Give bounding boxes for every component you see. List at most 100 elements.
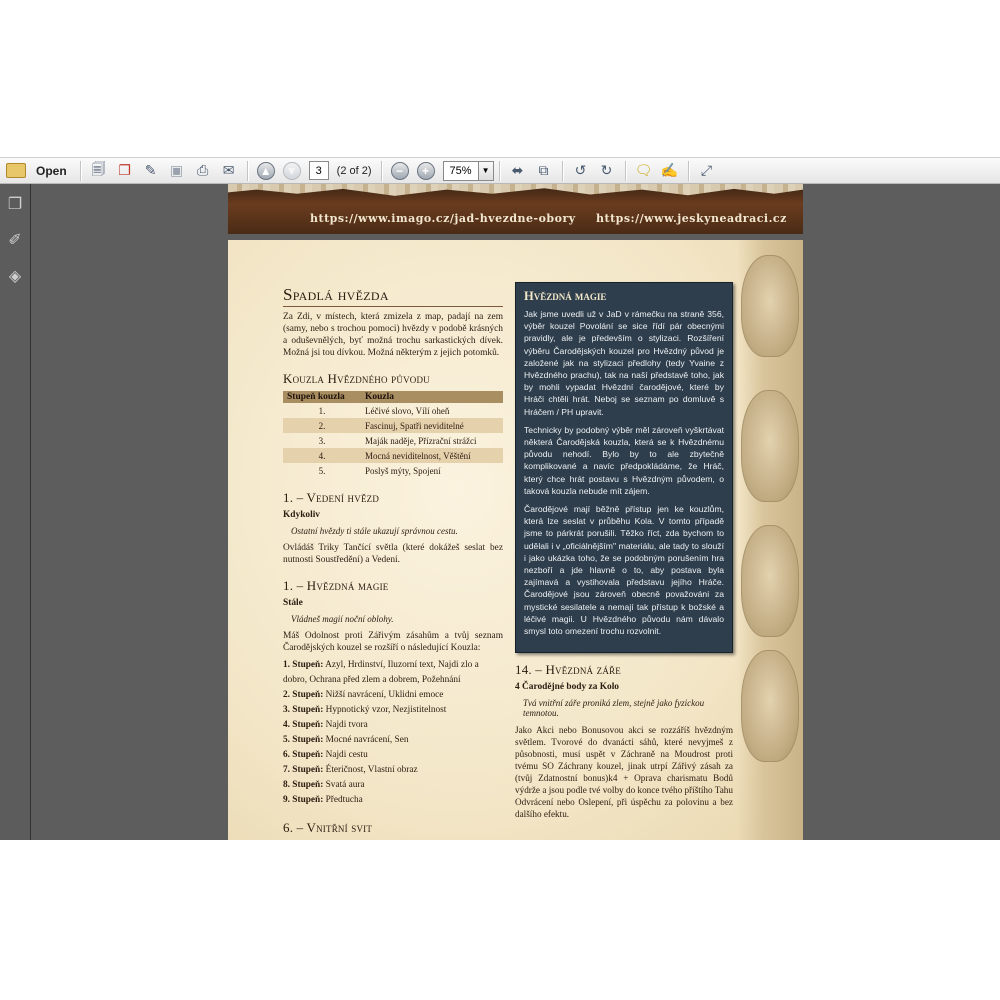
level-spells: Éteričnost, Vlastní obraz (323, 765, 418, 775)
table-cell: Maják naděje, Přízrační strážci (365, 435, 477, 446)
list-item: 7. Stupeň: Éteričnost, Vlastní obraz (283, 763, 503, 778)
open-folder-icon (6, 163, 26, 178)
fit-page-button[interactable]: ⧉ (533, 160, 555, 182)
info-box-paragraph: Technicky by podobný výběr měl zároveň v… (524, 424, 724, 496)
table-cell: 4. (283, 448, 361, 463)
spells-table: Stupeň kouzla Kouzla 1. Léčivé slovo, Víl… (283, 391, 503, 478)
intro-text: Za Zdi, v místech, která zmizela z map, … (283, 312, 503, 358)
navigation-sidebar: ❐ ✐ ◈ (0, 184, 31, 840)
table-row: 5. Poslyš mýty, Spojení (283, 463, 503, 478)
sign-icon: ✍ (660, 162, 679, 178)
table-cell: Léčivé slovo, Vílí oheň (365, 405, 450, 416)
attachment-icon[interactable]: ✐ (5, 230, 25, 250)
table-cell: Fascinuj, Spatři neviditelné (361, 418, 503, 433)
table-cell: Mocná neviditelnost, Věštění (361, 448, 503, 463)
feature-heading: 14. – Hvězdná záře (515, 662, 621, 677)
level-label: 8. Stupeň: (283, 780, 324, 790)
level-spells: Najdi tvora (323, 720, 368, 730)
list-item: 2. Stupeň: Nižší navrácení, Uklidni emoc… (283, 688, 503, 703)
feature-quote: Vládneš magií noční oblohy. (291, 614, 394, 624)
level-spells: Svatá aura (323, 780, 365, 790)
spell-level-list: 1. Stupeň: Azyl, Hrdinství, Iluzorní tex… (283, 658, 503, 808)
list-item: 5. Stupeň: Mocné navrácení, Sen (283, 733, 503, 748)
info-box-paragraph: Čarodějové mají běžně přístup jen ke kou… (524, 504, 724, 637)
export-button[interactable]: ❐ (114, 160, 136, 182)
zoom-in-button[interactable]: + (415, 160, 437, 182)
footer-url-left[interactable]: https://www.imago.cz/jad-hvezdne-obory (310, 212, 576, 225)
level-spells: Nižší navrácení, Uklidni emoce (323, 690, 444, 700)
elf-portrait-illustration (741, 390, 799, 502)
level-spells: Mocné navrácení, Sen (323, 735, 409, 745)
fit-width-icon: ⬌ (511, 162, 524, 178)
separator (498, 160, 500, 181)
page-count: (2 of 2) (336, 164, 372, 177)
spells-heading: Kouzla Hvězdného původu (283, 371, 430, 386)
feature-quote: Ostatní hvězdy ti stále ukazují správnou… (291, 526, 458, 536)
feature-usage: Kdykoliv (283, 510, 320, 520)
expand-button[interactable]: ⤢ (696, 160, 718, 182)
comment-button[interactable]: 🗨 (633, 160, 655, 182)
level-label: 9. Stupeň: (283, 795, 324, 805)
level-label: 1. Stupeň: (283, 660, 324, 670)
zoom-out-button[interactable]: − (389, 160, 411, 182)
separator (79, 160, 81, 181)
table-row: 1. Léčivé slovo, Vílí oheň (283, 403, 503, 418)
chevron-down-icon[interactable]: ▼ (477, 161, 493, 180)
email-button[interactable]: ✉ (218, 160, 240, 182)
save-button[interactable]: ▣ (166, 160, 188, 182)
feature-quote: Tvá vnitřní záře proniká zlem, stejně ja… (523, 698, 705, 718)
list-item: 4. Stupeň: Najdi tvora (283, 718, 503, 733)
list-item: 1. Stupeň: Azyl, Hrdinství, Iluzorní tex… (283, 658, 503, 688)
table-cell: 3. (318, 435, 326, 446)
edit-button[interactable]: ✎ (140, 160, 162, 182)
feature-usage: 4 Čarodějné body za Kolo (515, 682, 619, 692)
fit-page-icon: ⧉ (538, 162, 549, 178)
page-1-footer: https://www.imago.cz/jad-hvezdne-obory h… (228, 184, 803, 234)
layers-icon[interactable]: ◈ (5, 266, 25, 286)
table-cell: 2. (283, 418, 361, 433)
table-row: 4. Mocná neviditelnost, Věštění (283, 448, 503, 463)
open-button[interactable]: Open (2, 160, 73, 182)
sign-button[interactable]: ✍ (659, 160, 681, 182)
edit-icon: ✎ (144, 162, 157, 178)
info-box-paragraph: Jak jsme uvedli už v JaD v rámečku na st… (524, 309, 724, 417)
next-page-button[interactable]: ▼ (281, 160, 303, 182)
level-label: 5. Stupeň: (283, 735, 324, 745)
rotate-ccw-button[interactable]: ↺ (570, 160, 592, 182)
create-pdf-button[interactable]: 🗐 (88, 160, 110, 182)
open-label: Open (36, 163, 67, 178)
level-label: 7. Stupeň: (283, 765, 324, 775)
zoom-value: 75% (449, 164, 472, 177)
comment-icon: 🗨 (634, 162, 653, 178)
fit-width-button[interactable]: ⬌ (507, 160, 529, 182)
right-column: 14. – Hvězdná záře 4 Čarodějné body za K… (515, 662, 733, 820)
table-cell: 5. (318, 465, 326, 476)
document-viewer[interactable]: https://www.imago.cz/jad-hvezdne-obory h… (31, 184, 1000, 840)
list-item: 8. Stupeň: Svatá aura (283, 778, 503, 793)
prev-page-icon: ▲ (256, 161, 275, 180)
level-spells: Najdi cestu (323, 750, 368, 760)
feature-text: Jako Akci nebo Bonusovou akci se rozzáří… (515, 725, 733, 819)
list-item: 3. Stupeň: Hypnotický vzor, Nezjistiteln… (283, 703, 503, 718)
level-label: 2. Stupeň: (283, 690, 324, 700)
level-label: 4. Stupeň: (283, 720, 324, 730)
toolbar: Open 🗐 ❐ ✎ ▣ ⎙ ✉ ▲ ▼ 3 (2 of 2) − + 75% … (0, 157, 1000, 184)
list-item: 9. Stupeň: Předtucha (283, 793, 503, 808)
feature-usage: Stále (283, 598, 303, 608)
feature-heading: 1. – Hvězdná magie (283, 578, 389, 593)
prev-page-button[interactable]: ▲ (255, 160, 277, 182)
rotate-cw-button[interactable]: ↻ (596, 160, 618, 182)
rotate-cw-icon: ↻ (600, 162, 613, 178)
pages-icon[interactable]: ❐ (5, 194, 25, 214)
feature-heading: 1. – Vedení hvězd (283, 490, 380, 505)
table-row: 2. Fascinuj, Spatři neviditelné (283, 418, 503, 433)
level-spells: Předtucha (323, 795, 363, 805)
page-number-input[interactable]: 3 (308, 161, 329, 180)
warrior-portrait-illustration (741, 255, 799, 357)
feature-heading: 6. – Vnitřní svit (283, 820, 373, 835)
table-row: 3. Maják naděje, Přízrační strážci (283, 433, 503, 448)
print-button[interactable]: ⎙ (192, 160, 214, 182)
zoom-select[interactable]: 75% ▼ (442, 160, 494, 181)
footer-url-right[interactable]: https://www.jeskyneadraci.cz (596, 212, 787, 225)
rotate-ccw-icon: ↺ (574, 162, 587, 178)
